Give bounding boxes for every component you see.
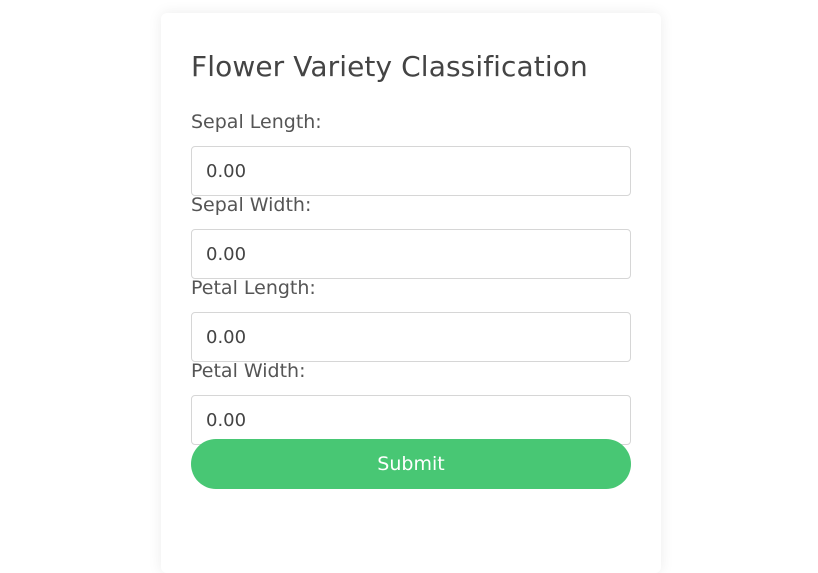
classification-form-card: Flower Variety Classification Sepal Leng… bbox=[161, 13, 661, 573]
petal-length-label: Petal Length: bbox=[191, 277, 316, 299]
petal-length-field: Petal Length: bbox=[191, 276, 631, 371]
petal-width-field: Petal Width: bbox=[191, 359, 631, 445]
sepal-length-input[interactable] bbox=[191, 146, 631, 196]
submit-button[interactable]: Submit bbox=[191, 439, 631, 489]
petal-length-input[interactable] bbox=[191, 312, 631, 362]
sepal-width-label: Sepal Width: bbox=[191, 194, 312, 216]
sepal-length-field: Sepal Length: bbox=[191, 110, 631, 205]
form-fields: Sepal Length: Sepal Width: Petal Length:… bbox=[191, 110, 631, 445]
sepal-length-label: Sepal Length: bbox=[191, 111, 322, 133]
form-title: Flower Variety Classification bbox=[191, 50, 588, 83]
sepal-width-input[interactable] bbox=[191, 229, 631, 279]
petal-width-input[interactable] bbox=[191, 395, 631, 445]
petal-width-label: Petal Width: bbox=[191, 360, 306, 382]
sepal-width-field: Sepal Width: bbox=[191, 193, 631, 288]
